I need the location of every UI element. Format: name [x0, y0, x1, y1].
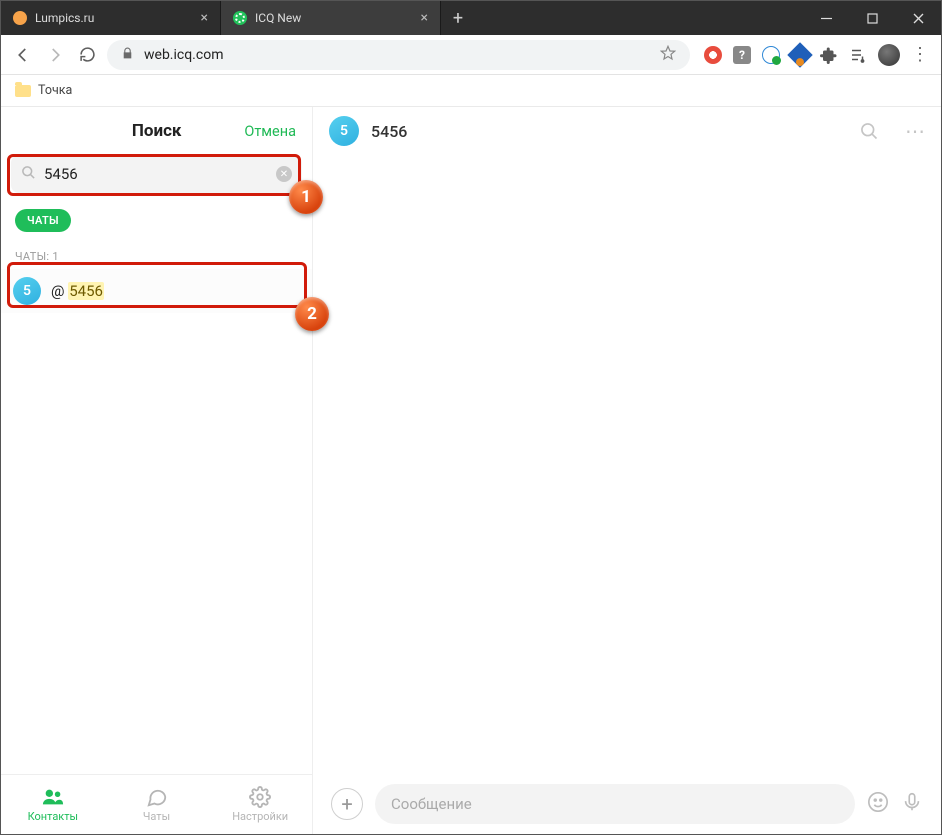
- bookmark-label: Точка: [38, 83, 72, 98]
- chat-avatar: 5: [329, 116, 359, 146]
- profile-avatar[interactable]: [878, 44, 900, 66]
- filter-chip-chats[interactable]: ЧАТЫ: [15, 209, 71, 232]
- message-placeholder: Сообщение: [391, 795, 472, 813]
- window-minimize-button[interactable]: [803, 1, 849, 35]
- bookmark-star-icon[interactable]: [660, 45, 676, 65]
- contacts-icon: [42, 786, 64, 808]
- attach-button[interactable]: +: [331, 788, 363, 820]
- chat-search-icon[interactable]: [859, 121, 879, 141]
- page-content: Поиск Отмена 5456 ✕ ЧАТЫ ЧАТЫ: 1 5 @ 545…: [1, 107, 941, 834]
- titlebar: Lumpics.ru × ICQ New × +: [1, 1, 941, 35]
- chat-pane: 5 5456 ⋯ + Сообщение: [313, 107, 941, 834]
- window-maximize-button[interactable]: [849, 1, 895, 35]
- tab-close-icon[interactable]: ×: [201, 10, 208, 26]
- window-close-button[interactable]: [895, 1, 941, 35]
- extension-help-icon[interactable]: ?: [733, 46, 751, 64]
- address-bar[interactable]: web.icq.com: [107, 40, 690, 70]
- nav-label: Настройки: [232, 810, 288, 823]
- browser-toolbar: web.icq.com ? ⋮: [1, 35, 941, 75]
- bookmark-item[interactable]: Точка: [15, 83, 72, 98]
- address-text: web.icq.com: [144, 47, 650, 63]
- nav-reload-button[interactable]: [75, 43, 99, 67]
- voice-icon[interactable]: [901, 791, 923, 817]
- favicon-lumpics: [13, 11, 27, 25]
- extension-cube-icon[interactable]: [787, 42, 812, 67]
- sidebar-header: Поиск Отмена: [1, 107, 312, 155]
- nav-chats[interactable]: Чаты: [105, 775, 209, 834]
- nav-settings[interactable]: Настройки: [208, 775, 312, 834]
- extension-globe-icon[interactable]: [762, 46, 780, 64]
- chat-title: 5456: [371, 122, 847, 141]
- extensions-button-icon[interactable]: [820, 46, 838, 64]
- extension-icons: ? ⋮: [698, 44, 931, 66]
- search-value: 5456: [44, 165, 268, 183]
- new-tab-button[interactable]: +: [441, 1, 475, 35]
- sidebar-title: Поиск: [69, 121, 244, 141]
- tab-icq[interactable]: ICQ New ×: [221, 1, 441, 35]
- nav-contacts[interactable]: Контакты: [1, 775, 105, 834]
- search-icon: [21, 165, 36, 184]
- favicon-icq: [233, 11, 247, 25]
- bookmarks-bar: Точка: [1, 75, 941, 107]
- chat-footer: + Сообщение: [313, 774, 941, 834]
- browser-menu-button[interactable]: ⋮: [911, 44, 929, 65]
- extension-opera-icon[interactable]: [704, 46, 722, 64]
- result-text: @ 5456: [51, 282, 104, 300]
- result-avatar: 5: [13, 277, 41, 305]
- search-input[interactable]: 5456 ✕: [11, 155, 302, 193]
- nav-back-button[interactable]: [11, 43, 35, 67]
- search-result-item[interactable]: 5 @ 5456: [1, 269, 312, 313]
- nav-label: Контакты: [28, 810, 79, 823]
- extension-media-icon[interactable]: [849, 46, 867, 64]
- clear-search-icon[interactable]: ✕: [276, 166, 292, 182]
- tab-lumpics[interactable]: Lumpics.ru ×: [1, 1, 221, 35]
- tab-label: Lumpics.ru: [35, 11, 193, 25]
- cancel-button[interactable]: Отмена: [244, 123, 296, 140]
- chat-body: [313, 155, 941, 774]
- bottom-nav: Контакты Чаты Настройки: [1, 774, 312, 834]
- sidebar: Поиск Отмена 5456 ✕ ЧАТЫ ЧАТЫ: 1 5 @ 545…: [1, 107, 313, 834]
- folder-icon: [15, 85, 31, 97]
- results-section-label: ЧАТЫ: 1: [1, 236, 312, 269]
- emoji-icon[interactable]: [867, 791, 889, 817]
- chat-menu-icon[interactable]: ⋯: [905, 119, 925, 143]
- chats-icon: [146, 786, 168, 808]
- gear-icon: [249, 786, 271, 808]
- chat-header: 5 5456 ⋯: [313, 107, 941, 155]
- nav-label: Чаты: [143, 810, 170, 823]
- nav-forward-button[interactable]: [43, 43, 67, 67]
- tab-label: ICQ New: [255, 11, 413, 25]
- browser-window: Lumpics.ru × ICQ New × + web.icq.com ?: [0, 0, 942, 835]
- lock-icon: [121, 45, 134, 64]
- tab-close-icon[interactable]: ×: [421, 10, 428, 26]
- message-input[interactable]: Сообщение: [375, 784, 855, 824]
